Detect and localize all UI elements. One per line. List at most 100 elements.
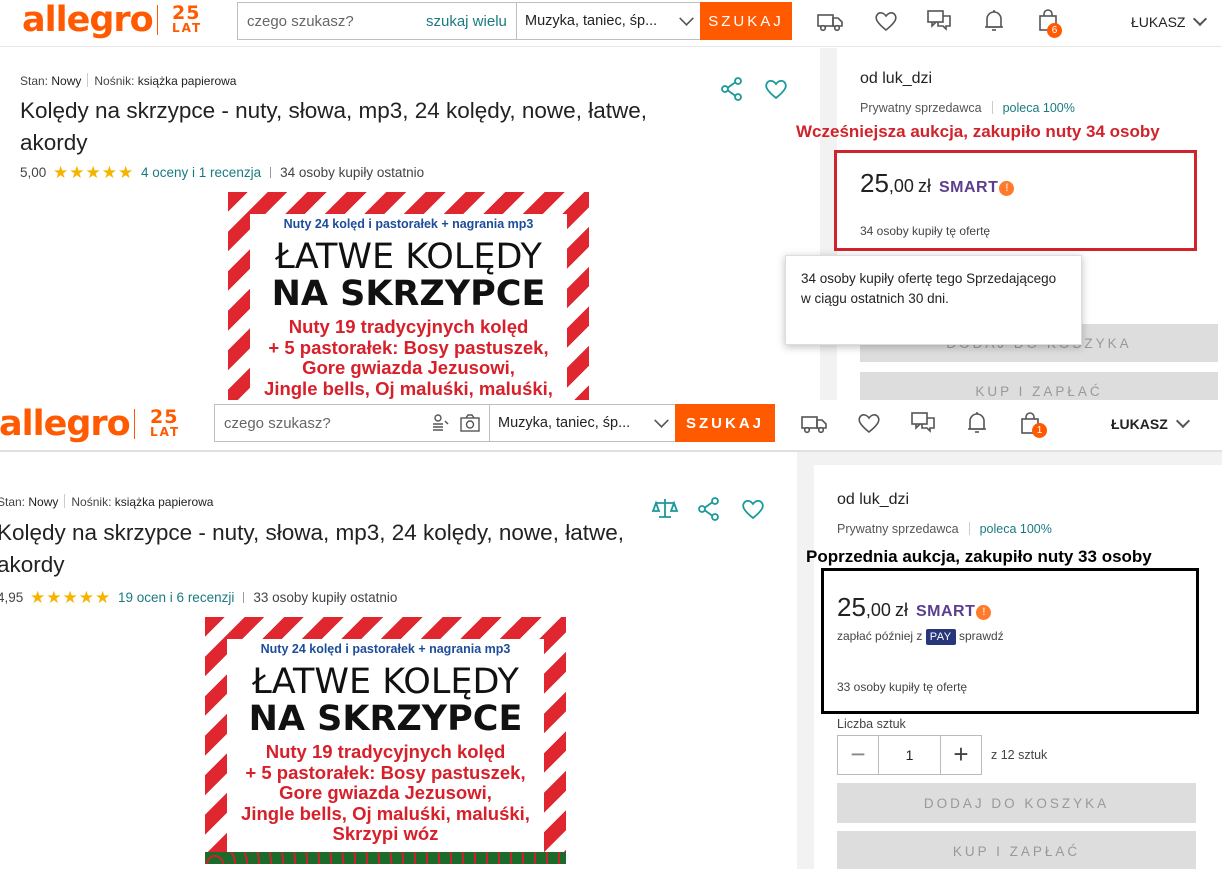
bell-icon[interactable]	[963, 409, 991, 437]
product-rating: 4,95 ★★★★★ 19 ocen i 6 recenzji 33 osoby …	[0, 588, 397, 608]
condition-value: Nowy	[51, 74, 82, 88]
cover-content: Nuty 24 kolęd i pastorałek + nagrania mp…	[227, 639, 544, 864]
medium-label: Nośnik:	[94, 74, 135, 88]
cover-content: Nuty 24 kolęd i pastorałek + nagrania mp…	[250, 214, 567, 400]
price-decimal: ,00	[865, 600, 891, 620]
divider	[64, 494, 66, 508]
divider	[87, 73, 89, 87]
smart-logo: SMART	[915, 603, 976, 620]
holly-decoration	[205, 852, 566, 864]
reviews-link[interactable]: 4 oceny i 1 recenzja	[141, 165, 261, 180]
quantity-stepper: − 1 +	[837, 735, 982, 775]
seller-name[interactable]: od luk_dzi	[837, 491, 909, 509]
medium-value: książka papierowa	[114, 495, 214, 509]
divider	[991, 101, 993, 114]
anniversary-logo: 25 LAT	[172, 4, 203, 35]
pay-check-link[interactable]: sprawdź	[959, 629, 1004, 643]
delivery-truck-icon[interactable]	[800, 409, 828, 437]
cover-red-line: Jingle bells, Oj maluśki, maluśki,	[264, 377, 553, 399]
bought-count[interactable]: 33 osoby kupiły tę ofertę	[837, 680, 967, 694]
product-meta: Stan: Nowy Nośnik: książka papierowa	[20, 73, 236, 88]
share-icon[interactable]	[718, 75, 746, 103]
quantity-input[interactable]: 1	[878, 736, 941, 774]
allegro-logo[interactable]: allegro	[0, 404, 131, 444]
bell-icon[interactable]	[980, 7, 1008, 35]
category-select[interactable]: Muzyka, taniec, śp...	[516, 3, 701, 39]
search-button[interactable]: SZUKAJ	[700, 2, 792, 40]
cover-red-line: + 5 pastorałek: Bosy pastuszek,	[268, 336, 549, 358]
reviews-link[interactable]: 19 ocen i 6 recenzji	[118, 590, 234, 605]
product-cover-image[interactable]: Nuty 24 kolęd i pastorałek + nagrania mp…	[228, 192, 589, 400]
seller-recommend[interactable]: poleca 100%	[980, 522, 1052, 536]
rating-value: 5,00	[20, 165, 47, 180]
cover-red-line: Gore gwiazda Jezusowi,	[302, 357, 515, 378]
user-menu[interactable]: ŁUKASZ	[1111, 413, 1190, 432]
quantity-available: z 12 sztuk	[991, 748, 1048, 762]
add-to-cart-button[interactable]: DODAJ DO KOSZYKA	[837, 783, 1196, 823]
anniversary-lat: LAT	[172, 21, 203, 35]
user-name: ŁUKASZ	[1111, 416, 1168, 432]
condition-label: Stan:	[20, 74, 49, 88]
bought-recently: 34 osoby kupiły ostatnio	[280, 165, 425, 180]
price-integer: 25	[860, 168, 889, 198]
increment-button[interactable]: +	[941, 736, 981, 774]
category-value: Muzyka, taniec, śp...	[525, 13, 658, 29]
price-integer: 25	[837, 592, 866, 622]
price-decimal: ,00	[888, 176, 914, 196]
divider	[968, 522, 970, 535]
seller-type: Prywatny sprzedawca	[837, 522, 959, 536]
cover-red-line: + 5 pastorałek: Bosy pastuszek,	[245, 761, 526, 783]
cover-red-line: Jingle bells, Oj maluśki, maluśki,	[241, 802, 530, 824]
favorite-heart-icon[interactable]	[762, 75, 790, 103]
annotation-label: Wcześniejsza aukcja, zakupiło nuty 34 os…	[796, 122, 1160, 141]
category-select[interactable]: Muzyka, taniec, śp...	[489, 405, 676, 441]
condition-value: Nowy	[28, 495, 59, 509]
anniversary-logo: 25 LAT	[150, 408, 180, 439]
buy-now-button[interactable]: KUP I ZAPŁAĆ	[837, 831, 1196, 869]
decrement-button[interactable]: −	[838, 736, 878, 774]
bought-recently: 33 osoby kupiły ostatnio	[253, 590, 398, 605]
delivery-truck-icon[interactable]	[816, 7, 844, 35]
cover-red-line: Nuty 19 tradycyjnych kolęd	[288, 316, 529, 337]
favorite-heart-icon[interactable]	[739, 495, 767, 523]
smart-info-icon[interactable]: !	[976, 605, 992, 620]
cover-title-line2: NA SKRZYPCE	[271, 274, 546, 314]
cover-red-line: Skrzypi wóz	[332, 823, 439, 844]
messages-icon[interactable]	[909, 409, 937, 437]
chevron-down-icon	[654, 413, 669, 428]
product-title: Kolędy na skrzypce - nuty, słowa, mp3, 2…	[0, 520, 624, 577]
pay-later-text: zapłać później z	[837, 629, 923, 643]
cover-title-line2: NA SKRZYPCE	[248, 699, 523, 739]
cover-red-line: Gore gwiazda Jezusowi,	[279, 782, 492, 803]
user-menu[interactable]: ŁUKASZ	[1131, 11, 1208, 30]
bought-tooltip: 34 osoby kupiły ofertę tego Sprzedająceg…	[785, 255, 1082, 345]
allegro-logo[interactable]: allegro	[22, 0, 154, 40]
compare-scale-icon[interactable]	[651, 495, 679, 523]
search-many-link[interactable]: szukaj wielu	[426, 13, 507, 30]
search-bar: szukaj wielu Muzyka, taniec, śp...	[237, 2, 701, 40]
chevron-down-icon	[679, 11, 694, 26]
rating-stars: ★★★★★	[30, 588, 112, 607]
chevron-down-icon	[1175, 413, 1190, 429]
search-input[interactable]	[215, 405, 415, 441]
bottom-header: allegro 25 LAT Muzyka, taniec, śp... SZU…	[0, 400, 1222, 452]
divider	[270, 167, 272, 178]
annotation-label: Poprzednia aukcja, zakupiło nuty 33 osob…	[806, 547, 1152, 566]
bought-count[interactable]: 34 osoby kupiły tę ofertę	[860, 224, 990, 238]
buy-now-button[interactable]: KUP I ZAPŁAĆ	[860, 372, 1218, 400]
offer-price: 25,00 zł SMART!	[860, 168, 1015, 199]
camera-icon[interactable]	[459, 412, 481, 434]
smart-info-icon[interactable]: !	[999, 181, 1015, 196]
search-button[interactable]: SZUKAJ	[675, 404, 775, 442]
divider	[243, 592, 245, 603]
search-input[interactable]	[238, 3, 418, 39]
price-currency: zł	[894, 600, 908, 620]
product-cover-image[interactable]: Nuty 24 kolęd i pastorałek + nagrania mp…	[205, 617, 566, 864]
seller-name[interactable]: od luk_dzi	[860, 70, 932, 88]
heart-icon[interactable]	[855, 409, 883, 437]
heart-icon[interactable]	[872, 7, 900, 35]
voice-list-icon[interactable]	[429, 412, 451, 434]
messages-icon[interactable]	[925, 7, 953, 35]
share-icon[interactable]	[695, 495, 723, 523]
seller-recommend[interactable]: poleca 100%	[1003, 101, 1075, 115]
